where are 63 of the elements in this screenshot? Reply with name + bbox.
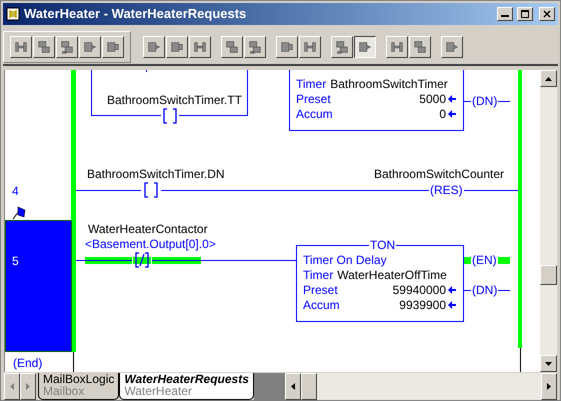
- down-arrow-icon: [545, 362, 552, 366]
- normally-open-contact[interactable]: [142, 182, 160, 198]
- right-arrow-icon: [547, 383, 551, 390]
- left-arrow-icon: [10, 383, 14, 390]
- scroll-thumb[interactable]: [540, 265, 557, 286]
- left-arrow-icon: [290, 383, 295, 390]
- output-label: (DN): [471, 95, 498, 108]
- timer-parameter-value: 59940000: [392, 284, 446, 296]
- ladder-instruction-icon: [224, 38, 240, 55]
- scroll-up-button[interactable]: [540, 70, 557, 88]
- timer-parameter-label: Preset: [303, 284, 338, 296]
- ladder-instruction-icon: [59, 38, 75, 55]
- normally-closed-contact[interactable]: [133, 252, 151, 268]
- toolbar-button[interactable]: [354, 36, 376, 58]
- scroll-thumb[interactable]: [300, 373, 317, 400]
- contact-tag: BathroomSwitchTimer.DN: [87, 168, 225, 180]
- routine-tab[interactable]: MailBoxLogic Mailbox: [38, 373, 120, 400]
- ladder-instruction-icon: [334, 38, 350, 55]
- scroll-right-button[interactable]: [541, 373, 557, 400]
- output-label: (EN): [471, 254, 498, 266]
- output-label: (DN): [471, 284, 498, 296]
- instruction-description: Timer On Delay: [303, 254, 387, 266]
- instruction-title: TON: [369, 239, 396, 252]
- contact-tag: WaterHeaterContactor: [88, 223, 208, 236]
- ladder-logic-icon: [6, 6, 20, 21]
- timer-parameter-label: Accum: [303, 299, 340, 312]
- tab-scroll-right-button[interactable]: [20, 373, 36, 400]
- minimize-button[interactable]: [497, 6, 513, 21]
- window-title: WaterHeater - WaterHeaterRequests: [24, 7, 248, 20]
- timer-parameter-value: WaterHeaterOffTime: [337, 269, 447, 282]
- timer-parameter-label: Preset: [296, 93, 331, 106]
- contact-alias: <Basement.Output[0].0>: [85, 238, 216, 250]
- close-button[interactable]: [539, 6, 555, 21]
- maximize-button[interactable]: [517, 6, 533, 21]
- close-icon: [543, 10, 551, 18]
- up-arrow-icon: [545, 76, 552, 81]
- contact-tag: BathroomSwitchTimer.TT: [107, 94, 242, 106]
- timer-parameter-value: BathroomSwitchTimer: [330, 78, 448, 90]
- horizontal-scrollbar[interactable]: [284, 373, 557, 400]
- timer-parameter-label: Accum: [296, 108, 333, 120]
- scroll-left-button[interactable]: [284, 373, 301, 400]
- scroll-down-button[interactable]: [540, 355, 557, 372]
- vertical-scrollbar[interactable]: [540, 70, 557, 372]
- right-arrow-icon: [26, 383, 30, 390]
- ladder-instruction-icon: [247, 38, 263, 55]
- ladder-instruction-icon: [36, 38, 52, 55]
- tab-scroll-left-button[interactable]: [4, 373, 20, 400]
- rung-number: 5: [12, 255, 19, 268]
- timer-parameter-value: 5000: [419, 93, 446, 106]
- timer-parameter-label: Timer: [303, 269, 334, 282]
- maximize-icon: [521, 10, 529, 18]
- timer-parameter-label: Timer: [296, 78, 326, 90]
- coil-tag: BathroomSwitchCounter: [304, 168, 504, 180]
- minimize-icon: [501, 15, 509, 18]
- timer-parameter-value: 9939900: [399, 299, 446, 312]
- reset-coil[interactable]: (RES): [429, 184, 464, 196]
- rung-number: 4: [12, 185, 19, 198]
- routine-tab[interactable]: WaterHeaterRequests WaterHeater: [119, 373, 254, 400]
- timer-parameter-value: 0: [439, 108, 446, 120]
- ladder-instruction-icon: [412, 38, 428, 55]
- normally-open-contact[interactable]: [161, 108, 179, 124]
- cursor-flag-icon: [12, 204, 28, 220]
- end-marker: (End): [13, 357, 42, 370]
